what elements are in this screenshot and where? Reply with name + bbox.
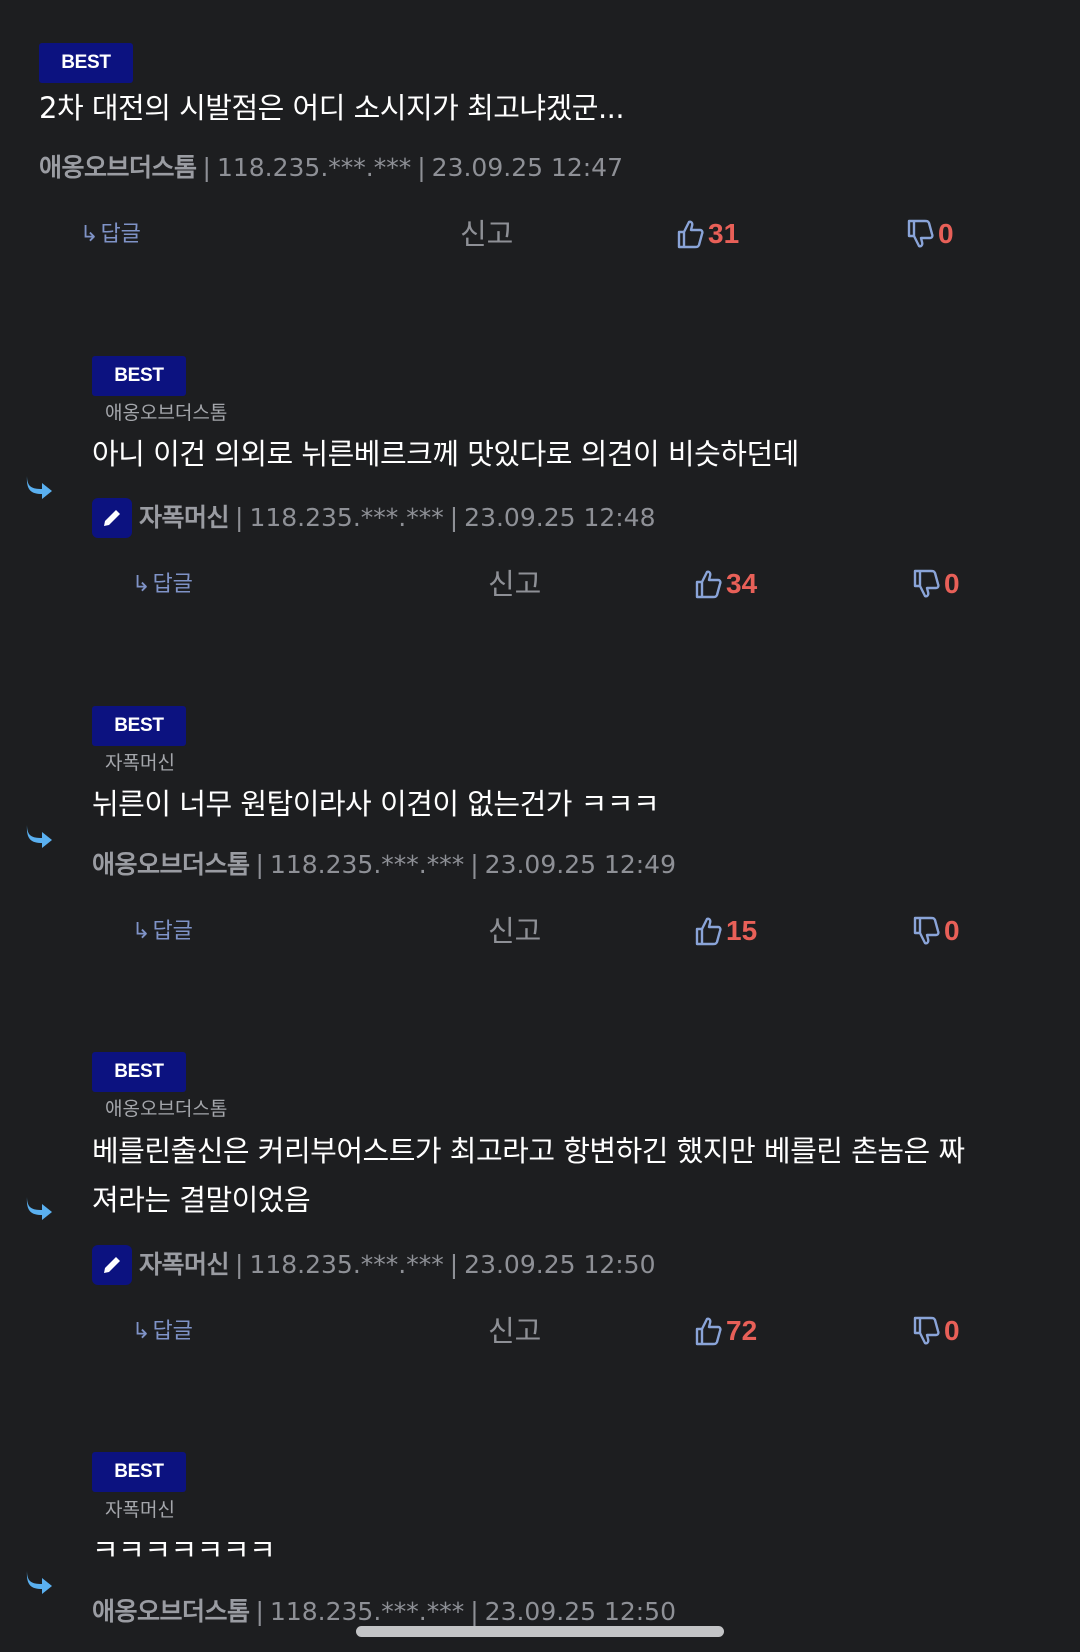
ip-address: 118.235.***.*** — [249, 1250, 444, 1279]
report-button[interactable]: 신고 — [488, 1311, 541, 1351]
author-name[interactable]: 애옹오브더스톰 — [92, 847, 250, 883]
reply-button[interactable]: ↳ 답글 — [132, 565, 193, 605]
meta-separator: | — [449, 1250, 459, 1279]
thumbs-up-icon — [695, 917, 722, 946]
comment-meta: 애옹오브더스톰 | 118.235.***.*** | 23.09.25 12:… — [92, 847, 676, 883]
best-badge: BEST — [92, 1452, 186, 1492]
like-button[interactable]: 72 — [694, 1311, 757, 1351]
ip-address: 118.235.***.*** — [269, 1597, 465, 1626]
reply-to-author: 애옹오브더스톰 — [105, 1098, 228, 1120]
reply-indent-icon — [26, 825, 52, 848]
best-badge: BEST — [92, 706, 186, 746]
reply-arrow-icon: ↳ — [132, 1319, 151, 1344]
report-button[interactable]: 신고 — [460, 214, 513, 254]
like-count: 15 — [726, 915, 758, 946]
thumbs-down-icon — [913, 569, 940, 598]
meta-separator: | — [417, 153, 426, 182]
comment-body-line: 베를린출신은 커리부어스트가 최고라고 항변하긴 했지만 베를린 촌놈은 짜 — [92, 1134, 965, 1168]
thumbs-up-icon — [695, 570, 722, 599]
meta-separator: | — [235, 1250, 244, 1279]
report-button[interactable]: 신고 — [488, 564, 541, 604]
comment-datetime: 23.09.25 12:50 — [464, 1250, 656, 1279]
comment-body: 뉘른이 너무 원탑이라사 이견이 없는건가 ㅋㅋㅋ — [92, 787, 660, 821]
meta-separator: | — [470, 1597, 479, 1626]
meta-separator: | — [255, 850, 264, 879]
dislike-count: 0 — [944, 568, 960, 599]
comment-meta: 애옹오브더스톰 | 118.235.***.*** | 23.09.25 12:… — [92, 1594, 676, 1630]
best-badge: BEST — [39, 43, 133, 83]
comment-body: 아니 이건 의외로 뉘른베르크께 맛있다로 의견이 비슷하던데 — [92, 437, 799, 471]
dislike-button[interactable]: 0 — [912, 1311, 960, 1351]
report-button[interactable]: 신고 — [488, 911, 541, 951]
reply-arrow-icon: ↳ — [80, 222, 99, 247]
reply-label: 답글 — [152, 572, 193, 597]
comment-datetime: 23.09.25 12:48 — [464, 503, 656, 532]
best-badge: BEST — [92, 1052, 186, 1092]
pencil-icon — [92, 1245, 132, 1285]
thumbs-up-icon — [677, 220, 704, 249]
ip-address: 118.235.***.*** — [249, 503, 444, 532]
comment-meta: 자폭머신 | 118.235.***.*** | 23.09.25 12:50 — [92, 1245, 656, 1285]
dislike-button[interactable]: 0 — [906, 214, 954, 254]
reply-indent-icon — [26, 1197, 52, 1220]
ip-address: 118.235.***.*** — [269, 850, 465, 879]
author-name[interactable]: 애옹오브더스톰 — [39, 150, 197, 186]
reply-arrow-icon: ↳ — [132, 919, 151, 944]
reply-indent-icon — [26, 476, 52, 499]
comment-meta: 애옹오브더스톰 | 118.235.***.*** | 23.09.25 12:… — [39, 150, 623, 186]
pencil-icon — [92, 498, 132, 538]
reply-to-author: 자폭머신 — [105, 1499, 175, 1521]
comment-body: 2차 대전의 시발점은 어디 소시지가 최고냐겠군... — [39, 91, 625, 125]
comment-datetime: 23.09.25 12:50 — [484, 1597, 676, 1626]
thumbs-up-icon — [695, 1317, 722, 1346]
comment-datetime: 23.09.25 12:47 — [431, 153, 623, 182]
meta-separator: | — [470, 850, 479, 879]
meta-separator: | — [235, 503, 244, 532]
reply-to-author: 자폭머신 — [105, 752, 175, 774]
home-indicator[interactable] — [356, 1626, 724, 1637]
thumbs-down-icon — [907, 219, 934, 248]
like-button[interactable]: 34 — [694, 564, 757, 604]
comment-body: ㅋㅋㅋㅋㅋㅋㅋ — [92, 1533, 276, 1567]
reply-label: 답글 — [152, 919, 193, 944]
reply-button[interactable]: ↳ 답글 — [132, 1312, 193, 1352]
dislike-count: 0 — [944, 1315, 960, 1346]
meta-separator: | — [449, 503, 459, 532]
meta-separator: | — [255, 1597, 264, 1626]
reply-label: 답글 — [100, 222, 141, 247]
comment-body-line: 져라는 결말이었음 — [92, 1183, 311, 1217]
reply-arrow-icon: ↳ — [132, 572, 151, 597]
dislike-count: 0 — [944, 915, 960, 946]
reply-button[interactable]: ↳ 답글 — [80, 215, 141, 255]
thumbs-down-icon — [913, 1316, 940, 1345]
like-count: 72 — [726, 1315, 758, 1346]
author-name[interactable]: 애옹오브더스톰 — [92, 1594, 250, 1630]
dislike-count: 0 — [938, 218, 954, 249]
thumbs-down-icon — [913, 916, 940, 945]
ip-address: 118.235.***.*** — [216, 153, 412, 182]
author-name[interactable]: 자폭머신 — [139, 500, 230, 536]
dislike-button[interactable]: 0 — [912, 911, 960, 951]
comment-datetime: 23.09.25 12:49 — [484, 850, 676, 879]
like-count: 34 — [726, 568, 758, 599]
reply-label: 답글 — [152, 1319, 193, 1344]
meta-separator: | — [202, 153, 211, 182]
best-badge: BEST — [92, 356, 186, 396]
like-button[interactable]: 15 — [694, 911, 757, 951]
dislike-button[interactable]: 0 — [912, 564, 960, 604]
comment-meta: 자폭머신 | 118.235.***.*** | 23.09.25 12:48 — [92, 498, 656, 538]
author-name[interactable]: 자폭머신 — [139, 1247, 230, 1283]
like-button[interactable]: 31 — [676, 214, 739, 254]
reply-indent-icon — [26, 1571, 52, 1594]
like-count: 31 — [708, 218, 740, 249]
reply-button[interactable]: ↳ 답글 — [132, 912, 193, 952]
reply-to-author: 애옹오브더스톰 — [105, 402, 228, 424]
